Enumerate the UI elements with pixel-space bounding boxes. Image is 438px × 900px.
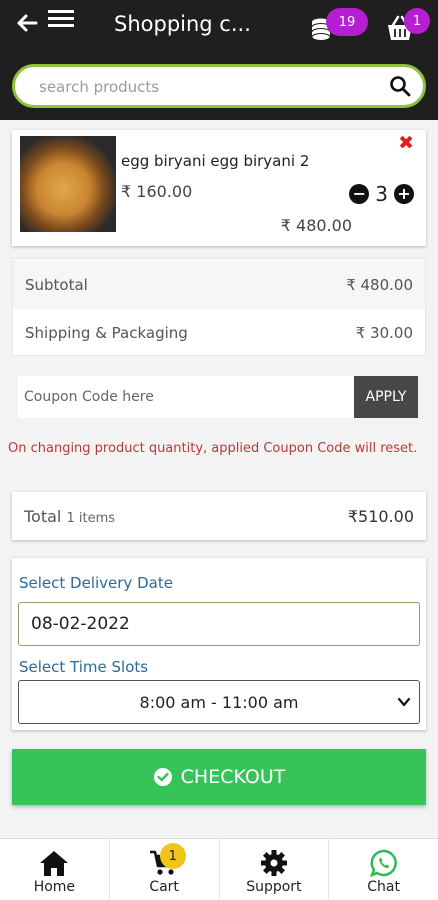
- subtotal-value: ₹ 480.00: [346, 276, 413, 294]
- total-value: ₹510.00: [347, 506, 414, 526]
- checkout-button[interactable]: CHECKOUT: [12, 749, 426, 805]
- nav-chat-label: Chat: [367, 879, 400, 895]
- cart-item-card: egg biryani egg biryani 2 ₹ 160.00 ✖ − 3…: [12, 130, 426, 246]
- delivery-options: Select Delivery Date 08-02-2022 Select T…: [12, 558, 426, 730]
- quantity-value: 3: [375, 182, 388, 206]
- price-summary: Subtotal ₹ 480.00 Shipping & Packaging ₹…: [12, 258, 426, 356]
- home-icon: [40, 851, 69, 876]
- gear-icon: [260, 850, 287, 876]
- app-header: Shopping c... 19 1: [0, 0, 438, 120]
- quantity-stepper: − 3 +: [349, 182, 414, 206]
- nav-cart[interactable]: Cart 1: [110, 839, 220, 900]
- nav-support[interactable]: Support: [220, 839, 330, 900]
- increment-button[interactable]: +: [394, 184, 414, 204]
- decrement-button[interactable]: −: [349, 184, 370, 204]
- coupon-warning-text: On changing product quantity, applied Co…: [8, 441, 418, 456]
- nav-cart-label: Cart: [149, 879, 179, 895]
- apply-coupon-button[interactable]: APPLY: [354, 376, 418, 418]
- delivery-date-field[interactable]: 08-02-2022: [18, 602, 420, 646]
- checkout-label: CHECKOUT: [180, 766, 286, 788]
- search-bar: [12, 64, 426, 108]
- check-circle-icon: [153, 768, 172, 786]
- subtotal-row: Subtotal ₹ 480.00: [13, 261, 425, 309]
- back-arrow-icon[interactable]: [14, 10, 40, 36]
- total-item-count: 1 items: [66, 510, 116, 526]
- product-image: [20, 136, 116, 232]
- product-name: egg biryani egg biryani 2: [121, 152, 310, 170]
- delivery-date-label: Select Delivery Date: [19, 574, 173, 592]
- time-slot-label: Select Time Slots: [19, 658, 149, 676]
- subtotal-label: Subtotal: [25, 276, 88, 294]
- page-title: Shopping c...: [114, 12, 251, 36]
- chevron-down-icon: [397, 697, 411, 707]
- item-line-total: ₹ 480.00: [280, 216, 352, 235]
- shipping-value: ₹ 30.00: [355, 324, 413, 342]
- nav-home-label: Home: [33, 879, 76, 895]
- coupon-box: APPLY: [18, 376, 418, 418]
- time-slot-select[interactable]: 8:00 am - 11:00 am: [18, 680, 420, 724]
- search-icon[interactable]: [389, 75, 411, 97]
- remove-item-icon[interactable]: ✖: [398, 132, 414, 154]
- nav-support-label: Support: [246, 879, 302, 895]
- coins-count-badge: 19: [326, 8, 368, 36]
- menu-icon[interactable]: [47, 8, 75, 30]
- total-label: Total: [24, 506, 62, 526]
- delivery-date-value: 08-02-2022: [31, 614, 130, 634]
- basket-count-badge: 1: [404, 8, 430, 34]
- whatsapp-icon: [369, 849, 397, 877]
- time-slot-value: 8:00 am - 11:00 am: [139, 692, 299, 712]
- total-row: Total 1 items ₹510.00: [12, 492, 426, 540]
- coupon-input[interactable]: [24, 385, 344, 409]
- shipping-label: Shipping & Packaging: [25, 324, 188, 342]
- product-unit-price: ₹ 160.00: [121, 182, 193, 201]
- nav-home[interactable]: Home: [0, 839, 110, 900]
- shipping-row: Shipping & Packaging ₹ 30.00: [13, 309, 425, 357]
- cart-count-badge: 1: [159, 843, 186, 869]
- bottom-navigation: Home Cart 1 Support Chat: [0, 838, 438, 900]
- nav-chat[interactable]: Chat: [329, 839, 438, 900]
- search-input[interactable]: [39, 75, 369, 99]
